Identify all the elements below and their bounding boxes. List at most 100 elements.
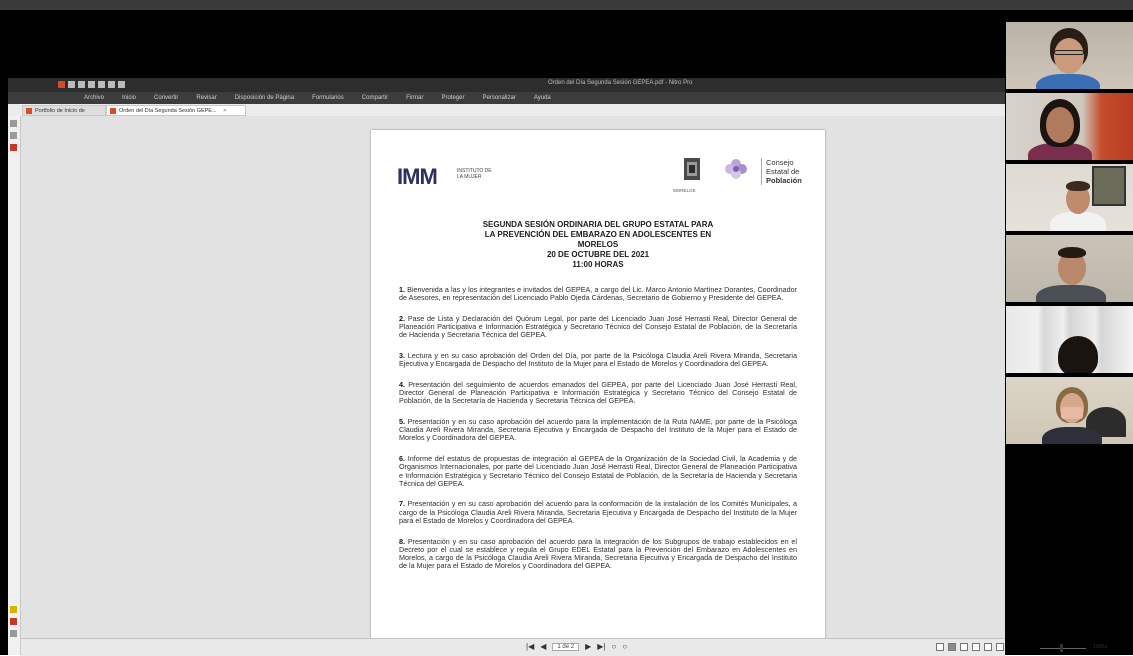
facing-continuous-view-icon[interactable] bbox=[972, 643, 980, 651]
menu-compartir[interactable]: Compartir bbox=[362, 92, 388, 104]
redo-icon[interactable] bbox=[108, 81, 115, 88]
attachments-icon[interactable] bbox=[10, 606, 17, 613]
participant-hair bbox=[1058, 336, 1098, 373]
page-navigator: |◀ ◀ 1 de 2 ▶ ▶| ○ ○ bbox=[526, 642, 627, 651]
agenda-items: 1. Bienvenida a las y los integrantes e … bbox=[399, 285, 798, 583]
participant-video-tile[interactable] bbox=[1006, 93, 1133, 162]
imm-logo-subtitle: INSTITUTO DE LA MUJER bbox=[457, 168, 492, 180]
participant-hair bbox=[1058, 247, 1086, 258]
participant-body bbox=[1042, 427, 1102, 444]
tab-portfolio[interactable]: Portfolio de Inicio de Trabajo bbox=[22, 105, 106, 125]
agenda-item: 2. Pase de Lista y Declaración del Quóru… bbox=[399, 313, 797, 340]
nitro-logo-icon[interactable] bbox=[58, 81, 65, 88]
pdf-file-icon bbox=[110, 108, 116, 114]
page-number-field[interactable]: 1 de 2 bbox=[552, 642, 580, 651]
menu-convertir[interactable]: Convertir bbox=[154, 92, 178, 104]
participant-hair bbox=[1066, 181, 1090, 191]
menu-personalizar[interactable]: Personalizar bbox=[482, 92, 515, 104]
agenda-item: 8. Presentación y en su caso aprobación … bbox=[399, 536, 797, 571]
print-icon[interactable] bbox=[88, 81, 95, 88]
agenda-item-text: Presentación del seguimiento de acuerdos… bbox=[399, 379, 798, 406]
morelos-seal-icon bbox=[684, 158, 700, 180]
pages-panel-icon[interactable] bbox=[10, 120, 17, 127]
participant-video-tile[interactable] bbox=[1006, 235, 1133, 304]
shared-screen-top-margin bbox=[8, 14, 1005, 78]
next-page-icon[interactable]: ▶ bbox=[585, 642, 591, 651]
last-page-icon[interactable]: ▶| bbox=[597, 642, 605, 651]
agenda-item: 6. Informe del estatus de propuestas de … bbox=[399, 455, 797, 488]
zoom-percentage: 100% bbox=[1093, 644, 1108, 650]
participant-face bbox=[1054, 38, 1084, 74]
face-mask-icon bbox=[1061, 407, 1083, 419]
open-icon[interactable] bbox=[68, 81, 75, 88]
document-viewer[interactable]: IMM INSTITUTO DE LA MUJER MORELOS Consej… bbox=[21, 116, 1005, 638]
save-icon[interactable] bbox=[78, 81, 85, 88]
menu-ayuda[interactable]: Ayuda bbox=[534, 92, 551, 104]
tab-label: Orden del Día Segunda Sesión GEPE... bbox=[119, 108, 217, 114]
agenda-item: 1. Bienvenida a las y los integrantes e … bbox=[399, 285, 798, 303]
continuous-view-icon[interactable] bbox=[948, 643, 956, 651]
agenda-item: 5. Presentación y en su caso aprobación … bbox=[399, 417, 797, 443]
participant-video-tile[interactable] bbox=[1006, 377, 1133, 446]
pdf-page: IMM INSTITUTO DE LA MUJER MORELOS Consej… bbox=[371, 130, 825, 638]
heading-line-3: MORELOS bbox=[577, 240, 619, 249]
agenda-item-text: Pase de Lista y Declaración del Quórum L… bbox=[399, 313, 797, 340]
heading-line-2: LA PREVENCIÓN DEL EMBARAZO EN ADOLESCENT… bbox=[484, 230, 712, 239]
participant-video-tile[interactable] bbox=[1006, 306, 1133, 375]
comments-icon[interactable] bbox=[10, 144, 17, 151]
bookmarks-icon[interactable] bbox=[10, 132, 17, 139]
meeting-top-bar bbox=[0, 0, 1133, 10]
consejo-line-2: Estatal de bbox=[766, 167, 800, 176]
fit-width-icon[interactable] bbox=[996, 643, 1004, 651]
consejo-line-3: Población bbox=[766, 176, 802, 185]
zoom-slider-handle[interactable] bbox=[1060, 644, 1063, 652]
menu-disposicion[interactable]: Disposición de Página bbox=[235, 92, 294, 104]
imm-logo: IMM bbox=[397, 164, 438, 189]
poblacion-flower-logo-icon bbox=[725, 159, 747, 179]
agenda-item-text: Presentación y en su caso aprobación del… bbox=[399, 536, 797, 571]
heading-time: 11:00 HORAS bbox=[572, 260, 624, 269]
menu-archivo[interactable]: Archivo bbox=[84, 92, 104, 104]
single-page-view-icon[interactable] bbox=[936, 643, 944, 651]
consejo-estatal-logo: Consejo Estatal de Población bbox=[761, 158, 825, 185]
signatures-icon[interactable] bbox=[10, 618, 17, 625]
wall-picture bbox=[1092, 166, 1126, 206]
agenda-item-text: Informe del estatus de propuestas de int… bbox=[399, 454, 797, 488]
first-page-icon[interactable]: |◀ bbox=[526, 642, 534, 651]
heading-line-1: SEGUNDA SESIÓN ORDINARIA DEL GRUPO ESTAT… bbox=[482, 220, 714, 229]
play-icon[interactable]: ○ bbox=[611, 642, 616, 651]
participant-video-tile[interactable] bbox=[1006, 22, 1133, 91]
participant-body bbox=[1036, 285, 1106, 302]
left-panel-toolbar bbox=[8, 116, 21, 655]
menu-proteger[interactable]: Proteger bbox=[441, 92, 464, 104]
menu-firmar[interactable]: Firmar bbox=[406, 92, 423, 104]
document-heading: SEGUNDA SESIÓN ORDINARIA DEL GRUPO ESTAT… bbox=[431, 220, 765, 270]
zoom-slider[interactable] bbox=[1040, 648, 1086, 649]
view-mode-buttons bbox=[936, 643, 1004, 651]
agenda-item-text: Lectura y en su caso aprobación del Orde… bbox=[399, 351, 798, 369]
close-tab-icon[interactable]: × bbox=[223, 108, 226, 114]
participant-face bbox=[1046, 107, 1074, 143]
agenda-item: 7. Presentación y en su caso aprobación … bbox=[399, 500, 797, 525]
prev-page-icon[interactable]: ◀ bbox=[540, 642, 546, 651]
participant-body bbox=[1050, 212, 1106, 231]
agenda-item: 3. Lectura y en su caso aprobación del O… bbox=[399, 351, 798, 369]
fit-page-icon[interactable] bbox=[984, 643, 992, 651]
status-bar: |◀ ◀ 1 de 2 ▶ ▶| ○ ○ bbox=[21, 638, 1005, 656]
quick-access-toolbar bbox=[58, 81, 125, 88]
agenda-item-text: Presentación y en su caso aprobación del… bbox=[399, 417, 797, 443]
select-icon[interactable] bbox=[118, 81, 125, 88]
layers-icon[interactable] bbox=[10, 630, 17, 637]
stop-icon[interactable]: ○ bbox=[622, 642, 627, 651]
facing-view-icon[interactable] bbox=[960, 643, 968, 651]
agenda-item-text: Bienvenida a las y los integrantes e inv… bbox=[399, 285, 798, 303]
menu-formularios[interactable]: Formularios bbox=[312, 92, 344, 104]
window-title: Orden del Día Segunda Sesión GEPEA.pdf -… bbox=[548, 80, 693, 86]
menu-inicio[interactable]: Inicio bbox=[122, 92, 136, 104]
undo-icon[interactable] bbox=[98, 81, 105, 88]
pdf-file-icon bbox=[26, 108, 32, 114]
menu-revisar[interactable]: Revisar bbox=[196, 92, 216, 104]
participant-video-tile[interactable] bbox=[1006, 164, 1133, 233]
tab-orden-del-dia[interactable]: Orden del Día Segunda Sesión GEPE... × bbox=[106, 105, 246, 116]
participant-body bbox=[1036, 74, 1100, 89]
